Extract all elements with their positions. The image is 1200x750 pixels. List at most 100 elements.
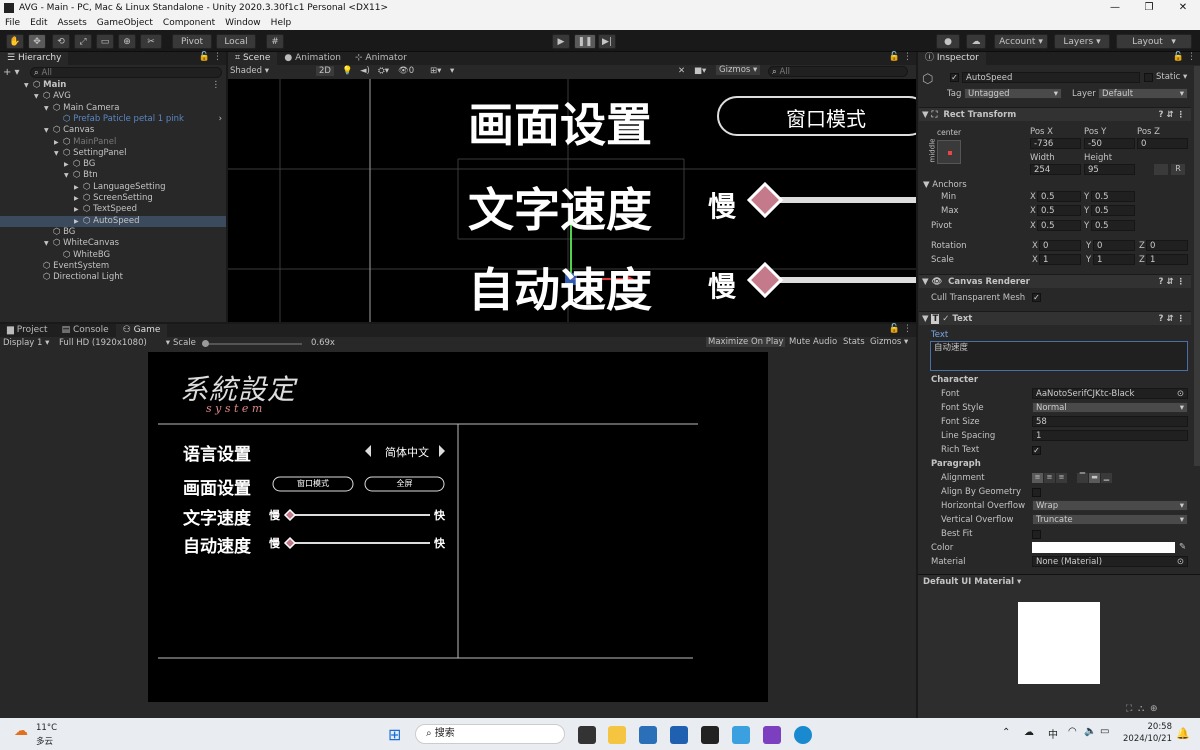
pivot-x-field[interactable]: 0.5	[1037, 220, 1081, 231]
visual-studio-icon[interactable]	[763, 726, 781, 744]
rich-text-checkbox[interactable]: ✓	[1032, 446, 1041, 455]
menu-assets[interactable]: Assets	[53, 18, 92, 28]
add-icon[interactable]: + ▾	[3, 67, 20, 78]
panel-lock-icon[interactable]: 🔓 ⋮	[199, 52, 222, 62]
fullscreen-button[interactable]: 全屏	[365, 478, 444, 489]
rot-y-field[interactable]: 0	[1093, 240, 1135, 251]
align-center-icon[interactable]: ≡	[1044, 473, 1055, 483]
material-field[interactable]: None (Material) ⊙	[1032, 556, 1188, 567]
width-field[interactable]: 254	[1030, 164, 1081, 175]
weather-icon[interactable]: ☁	[14, 723, 28, 739]
rot-z-field[interactable]: 0	[1146, 240, 1188, 251]
collapse-arrow-icon[interactable]: ▶	[74, 182, 83, 193]
hierarchy-item[interactable]: ▶ ⬡ AutoSpeed	[0, 215, 226, 227]
active-checkbox[interactable]: ✓	[950, 73, 959, 82]
scene-viewport[interactable]: 画面设置 窗口模式 文字速度 慢 自动速度 慢	[228, 79, 916, 322]
hierarchy-item[interactable]: ▼ ⬡ Canvas	[0, 125, 226, 136]
collapse-arrow-icon[interactable]: ▶	[74, 193, 83, 204]
shading-dropdown[interactable]: Shaded ▾	[230, 66, 269, 76]
minimize-button[interactable]: —	[1098, 0, 1132, 16]
scene-panel-menu-icon[interactable]: 🔓 ⋮	[889, 52, 912, 62]
grid-icon[interactable]: ⊞▾	[430, 66, 441, 76]
app-icon-2[interactable]	[732, 726, 750, 744]
camera-icon[interactable]: ■▾	[694, 66, 706, 76]
unity-hub-icon[interactable]	[578, 726, 596, 744]
menu-edit[interactable]: Edit	[25, 18, 52, 28]
rotate-tool-icon[interactable]: ⟲	[52, 34, 70, 49]
tab-game[interactable]: ⚇ Game	[115, 324, 168, 337]
tab-animation[interactable]: ● Animation	[277, 52, 348, 65]
prefab-open-icon[interactable]: ›	[219, 114, 222, 125]
tray-cloud-icon[interactable]: ☁	[1024, 727, 1034, 738]
max-x-field[interactable]: 0.5	[1037, 205, 1081, 216]
object-name-field[interactable]: AutoSpeed	[962, 72, 1140, 83]
menu-window[interactable]: Window	[220, 18, 266, 28]
wifi-icon[interactable]: ◠	[1068, 726, 1077, 737]
tab-animator[interactable]: ⊹ Animator	[348, 52, 414, 65]
hierarchy-item[interactable]: ▶ ⬡ MainPanel	[0, 137, 226, 148]
hierarchy-item[interactable]: ▼ ⬡ Main Camera	[0, 103, 226, 114]
align-middle-icon[interactable]: ▬	[1089, 473, 1100, 483]
static-label[interactable]: Static ▾	[1156, 72, 1187, 83]
expand-arrow-icon[interactable]: ▼	[64, 170, 73, 181]
hierarchy-item[interactable]: ▶ ⬡ TextSpeed	[0, 204, 226, 215]
collapse-arrow-icon[interactable]: ▶	[64, 159, 73, 170]
hierarchy-item[interactable]: ⬡ WhiteBG	[0, 250, 226, 261]
menu-gameobject[interactable]: GameObject	[92, 18, 158, 28]
best-fit-checkbox[interactable]	[1032, 530, 1041, 539]
menu-help[interactable]: Help	[266, 18, 297, 28]
hierarchy-item[interactable]: ▶ ⬡ ScreenSetting	[0, 193, 226, 204]
tab-inspector[interactable]: ⓘ Inspector	[918, 52, 986, 65]
text-component-menu-icon[interactable]: ? ⇵ ⋮	[1159, 312, 1185, 326]
maximize-on-play-button[interactable]: Maximize On Play	[706, 337, 786, 347]
text-content-field[interactable]: 自动速度	[930, 341, 1188, 371]
h-overflow-dropdown[interactable]: Wrap ▾	[1032, 500, 1188, 511]
hierarchy-item[interactable]: ⬡ EventSystem	[0, 261, 226, 272]
font-field[interactable]: AaNotoSerifCJKtc-Black ⊙	[1032, 388, 1188, 399]
pos-y-field[interactable]: -50	[1084, 138, 1135, 149]
close-button[interactable]: ✕	[1166, 0, 1200, 16]
edge-icon[interactable]	[794, 726, 812, 744]
font-size-field[interactable]: 58	[1032, 416, 1188, 427]
game-gizmos-dropdown[interactable]: Gizmos ▾	[868, 337, 910, 347]
scale-tool-icon[interactable]: ⤢	[74, 34, 92, 49]
tab-scene[interactable]: ⌗ Scene	[228, 52, 278, 65]
anchors-foldout[interactable]: ▼ Anchors	[923, 180, 967, 191]
line-spacing-field[interactable]: 1	[1032, 430, 1188, 441]
cloud-icon[interactable]: ☁	[966, 34, 986, 49]
custom-tool-icon[interactable]: ✂	[140, 34, 162, 49]
collapse-arrow-icon[interactable]: ▶	[74, 216, 83, 227]
rot-x-field[interactable]: 0	[1039, 240, 1081, 251]
scale-y-field[interactable]: 1	[1093, 254, 1135, 265]
display-dropdown[interactable]: Display 1 ▾	[3, 338, 49, 348]
color-swatch[interactable]	[1032, 542, 1175, 553]
align-left-icon[interactable]: ≡	[1032, 473, 1043, 483]
expand-arrow-icon[interactable]: ▼	[44, 238, 53, 249]
raw-edit-icon[interactable]: R	[1171, 164, 1185, 175]
more-icon[interactable]: ▾	[450, 66, 454, 76]
battery-icon[interactable]: ▭	[1100, 726, 1109, 737]
clock-date[interactable]: 2024/10/21	[1118, 734, 1172, 744]
pivot-toggle[interactable]: Pivot	[172, 34, 212, 49]
layers-dropdown[interactable]: Layers ▾	[1054, 34, 1110, 49]
hierarchy-item[interactable]: ▼ ⬡ SettingPanel	[0, 148, 226, 159]
align-top-icon[interactable]: ▔	[1077, 473, 1088, 483]
hidden-objects-icon[interactable]: 👁0	[398, 66, 414, 76]
canvas-renderer-menu-icon[interactable]: ? ⇵ ⋮	[1159, 275, 1185, 289]
tab-console[interactable]: ▤ Console	[55, 324, 116, 337]
height-field[interactable]: 95	[1084, 164, 1135, 175]
play-button[interactable]: ▶	[552, 34, 570, 49]
material-picker-icon[interactable]: ⊙	[1177, 557, 1184, 566]
mute-audio-button[interactable]: Mute Audio	[787, 337, 839, 347]
hierarchy-item[interactable]: ⬡ Prefab Paticle petal 1 pink ›	[0, 114, 226, 125]
anchor-preset-icon[interactable]	[937, 140, 961, 164]
inspector-scrollbar[interactable]	[1194, 66, 1200, 466]
tab-project[interactable]: ▆ Project	[0, 324, 55, 337]
component-menu-icon[interactable]: ? ⇵ ⋮	[1159, 108, 1185, 122]
weather-temp[interactable]: 11°C	[36, 723, 57, 733]
step-button[interactable]: ▶|	[598, 34, 616, 49]
align-bottom-icon[interactable]: ▁	[1101, 473, 1112, 483]
text-component-header[interactable]: ▼ T ✓ Text? ⇵ ⋮	[919, 311, 1191, 325]
window-mode-button[interactable]: 窗口模式	[273, 478, 353, 489]
preview-title[interactable]: Default UI Material ▾	[923, 577, 1021, 587]
